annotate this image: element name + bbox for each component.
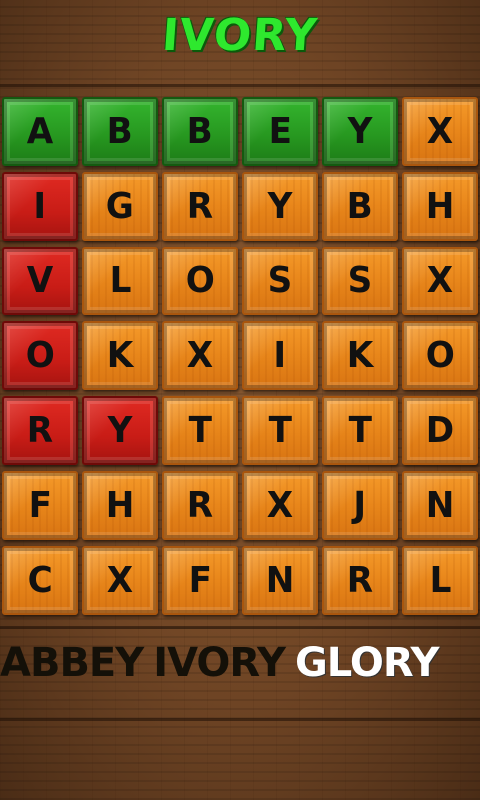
letter-tile[interactable]: K xyxy=(322,321,398,391)
letter-tile[interactable]: B xyxy=(162,97,238,166)
letter-tile[interactable]: E xyxy=(242,97,318,166)
letter-tile[interactable]: N xyxy=(242,545,318,615)
tile-letter: X xyxy=(186,335,214,377)
tile-letter: O xyxy=(185,260,215,302)
tile-letter: X xyxy=(106,559,134,601)
word-list: ABBEY IVORY GLORY xyxy=(0,640,480,700)
letter-tile[interactable]: R xyxy=(322,545,398,615)
letter-tile[interactable]: B xyxy=(322,171,398,241)
wood-plank-divider xyxy=(0,84,480,87)
letter-tile[interactable]: R xyxy=(162,171,238,241)
tile-letter: S xyxy=(267,260,293,302)
tile-letter: R xyxy=(26,410,54,452)
tile-letter: F xyxy=(188,559,212,601)
tile-letter: H xyxy=(425,185,455,227)
letter-tile[interactable]: V xyxy=(2,246,78,316)
current-word-title: IVORY xyxy=(160,10,320,61)
letter-tile[interactable]: O xyxy=(162,246,238,316)
letter-tile[interactable]: X xyxy=(402,246,478,316)
tile-letter: F xyxy=(28,484,52,526)
tile-letter: T xyxy=(268,410,292,452)
letter-tile[interactable]: S xyxy=(242,246,318,316)
letter-tile[interactable]: F xyxy=(2,470,78,540)
tile-letter: X xyxy=(266,484,294,526)
tile-letter: I xyxy=(273,335,287,377)
letter-tile[interactable]: Y xyxy=(242,171,318,241)
tile-letter: I xyxy=(33,185,47,227)
letter-tile[interactable]: N xyxy=(402,470,478,540)
letter-tile[interactable]: O xyxy=(2,321,78,391)
letter-tile[interactable]: T xyxy=(162,396,238,465)
tile-letter: R xyxy=(346,559,374,601)
tile-letter: H xyxy=(105,484,135,526)
tile-letter: Y xyxy=(267,185,293,227)
tile-letter: J xyxy=(353,484,367,526)
tile-letter: L xyxy=(109,260,131,302)
tile-letter: T xyxy=(188,410,212,452)
wood-plank-divider xyxy=(0,626,480,629)
letter-tile[interactable]: H xyxy=(402,171,478,241)
letter-tile[interactable]: L xyxy=(402,545,478,615)
wood-plank-divider xyxy=(0,718,480,721)
letter-tile[interactable]: T xyxy=(242,396,318,465)
tile-letter: K xyxy=(106,335,134,377)
tile-letter: Y xyxy=(107,410,133,452)
letter-tile[interactable]: C xyxy=(2,545,78,615)
letter-tile[interactable]: X xyxy=(82,545,158,615)
tile-letter: T xyxy=(348,410,372,452)
tile-letter: S xyxy=(347,260,373,302)
tile-letter: Y xyxy=(347,110,373,152)
tile-letter: X xyxy=(426,260,454,302)
letter-tile[interactable]: X xyxy=(162,321,238,391)
tile-letter: B xyxy=(346,185,374,227)
tile-letter: A xyxy=(26,110,54,152)
remaining-word: GLORY xyxy=(294,640,439,686)
found-word: IVORY xyxy=(153,640,286,686)
letter-tile[interactable]: F xyxy=(162,545,238,615)
tile-letter: R xyxy=(186,484,214,526)
tile-letter: K xyxy=(346,335,374,377)
tile-letter: O xyxy=(25,335,55,377)
letter-tile[interactable]: O xyxy=(402,321,478,391)
letter-tile[interactable]: R xyxy=(162,470,238,540)
letter-tile[interactable]: A xyxy=(2,97,78,166)
tile-letter: B xyxy=(186,110,214,152)
tile-letter: N xyxy=(265,559,295,601)
letter-tile[interactable]: X xyxy=(242,470,318,540)
tile-letter: E xyxy=(268,110,292,152)
tile-letter: G xyxy=(105,185,135,227)
letter-tile[interactable]: J xyxy=(322,470,398,540)
letter-tile[interactable]: I xyxy=(2,171,78,241)
letter-tile[interactable]: L xyxy=(82,246,158,316)
letter-tile[interactable]: R xyxy=(2,396,78,465)
letter-tile[interactable]: Y xyxy=(82,396,158,465)
tile-letter: N xyxy=(425,484,455,526)
letter-tile[interactable]: G xyxy=(82,171,158,241)
letter-tile[interactable]: S xyxy=(322,246,398,316)
tile-letter: R xyxy=(186,185,214,227)
letter-tile[interactable]: I xyxy=(242,321,318,391)
tile-letter: L xyxy=(429,559,451,601)
letter-tile[interactable]: Y xyxy=(322,97,398,166)
letter-grid[interactable]: ABBEYXIGRYBHVLOSSXOKXIKORYTTTDFHRXJNCXFN… xyxy=(0,94,480,618)
letter-tile[interactable]: H xyxy=(82,470,158,540)
found-word: ABBEY xyxy=(0,640,144,686)
tile-letter: D xyxy=(425,410,455,452)
tile-letter: X xyxy=(426,110,454,152)
tile-letter: V xyxy=(26,260,54,302)
letter-tile[interactable]: T xyxy=(322,396,398,465)
tile-letter: C xyxy=(27,559,53,601)
letter-tile[interactable]: X xyxy=(402,97,478,166)
tile-letter: B xyxy=(106,110,134,152)
tile-letter: O xyxy=(425,335,455,377)
letter-tile[interactable]: K xyxy=(82,321,158,391)
letter-tile[interactable]: B xyxy=(82,97,158,166)
letter-tile[interactable]: D xyxy=(402,396,478,465)
